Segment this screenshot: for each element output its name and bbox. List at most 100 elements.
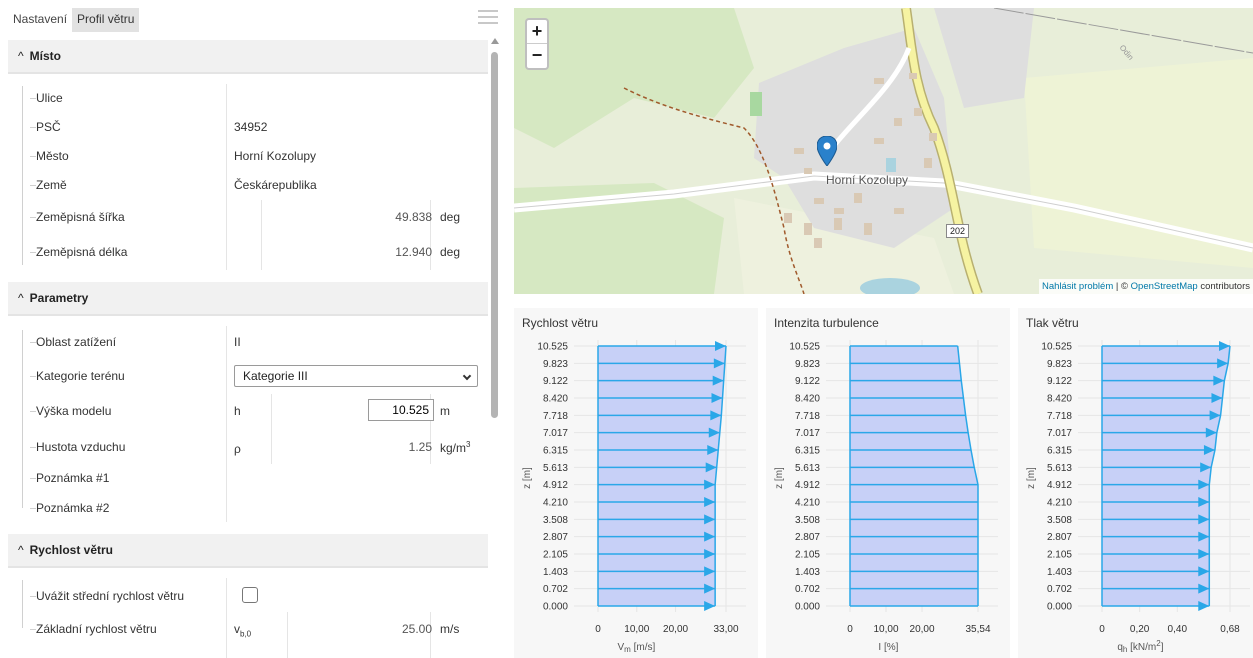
panel-scrollbar[interactable] <box>490 38 500 658</box>
row-ulice: Ulice <box>8 83 488 113</box>
row-hustota-vzduchu: Hustota vzduchu ρ 1.25 kg/m3 <box>8 432 488 462</box>
longitude-value[interactable]: 12.940 <box>395 245 432 259</box>
row-psc: PSČ 34952 <box>8 112 488 142</box>
tab-nastaveni[interactable]: Nastavení <box>8 8 72 32</box>
poznamka1-label: Poznámka #1 <box>36 471 110 485</box>
psc-value[interactable]: 34952 <box>234 120 267 134</box>
report-problem-link[interactable]: Nahlásit problém <box>1042 281 1113 292</box>
x-tick-label: 0,40 <box>1168 624 1188 635</box>
vyska-unit: m <box>440 404 450 418</box>
row-zeme: Země Českárepublika <box>8 170 488 200</box>
row-vyska-modelu: Výška modelu h m <box>8 396 488 426</box>
map-view[interactable]: + − Horní Kozolupy 202 Odin Nahlásit pro… <box>514 8 1253 294</box>
town-label: Horní Kozolupy <box>826 173 909 187</box>
mesto-label: Město <box>36 149 69 163</box>
row-poznamka-2: Poznámka #2 <box>8 493 488 523</box>
y-tick-label: 3.508 <box>795 515 820 526</box>
zakladni-value[interactable]: 25.00 <box>402 622 432 636</box>
x-tick-label: 0,68 <box>1220 624 1240 635</box>
osm-link[interactable]: OpenStreetMap <box>1131 281 1198 292</box>
y-tick-label: 9.823 <box>1047 359 1072 370</box>
y-tick-label: 0.000 <box>1047 602 1072 613</box>
y-tick-label: 1.403 <box>543 567 568 578</box>
row-kategorie-terenu: Kategorie terénu Kategorie III <box>8 361 488 391</box>
y-tick-label: 4.210 <box>543 498 568 509</box>
chevron-down-icon <box>462 371 472 381</box>
y-tick-label: 0.702 <box>1047 584 1072 595</box>
y-tick-label: 5.613 <box>1047 463 1072 474</box>
chart-svg-1: 0.000 0.702 1.403 2.105 2.807 3.508 4.210 4.912… <box>774 340 998 653</box>
chart-svg-0: 0.000 0.702 1.403 2.105 2.807 3.508 4.210 4.912… <box>522 340 746 654</box>
y-tick-label: 2.807 <box>795 532 820 543</box>
x-tick-label: 20,00 <box>663 624 688 635</box>
kategorie-select[interactable]: Kategorie III <box>234 365 478 387</box>
y-axis-label: z [m] <box>1026 467 1037 489</box>
chevron-up-icon: ^ <box>18 49 24 63</box>
y-tick-label: 3.508 <box>1047 515 1072 526</box>
row-mesto: Město Horní Kozolupy <box>8 141 488 171</box>
y-tick-label: 2.807 <box>1047 532 1072 543</box>
chart-tlak-vetru: Tlak větru 0.000 0.702 1.403 2.105 2.807 3.50… <box>1018 308 1253 658</box>
section-header-misto[interactable]: ^ Místo <box>8 40 488 74</box>
location-pin-icon[interactable] <box>817 136 837 166</box>
x-tick-label: 0 <box>1099 624 1105 635</box>
y-tick-label: 4.210 <box>795 498 820 509</box>
y-tick-label: 7.718 <box>795 411 820 422</box>
y-axis-label: z [m] <box>522 467 533 489</box>
zakladni-symbol: vb,0 <box>234 622 252 639</box>
oblast-label: Oblast zatížení <box>36 335 117 349</box>
kategorie-selected: Kategorie III <box>243 369 308 383</box>
hustota-value[interactable]: 1.25 <box>409 440 432 454</box>
zoom-out-button[interactable]: − <box>527 44 547 68</box>
y-tick-label: 9.122 <box>795 376 820 387</box>
zeme-value[interactable]: Českárepublika <box>234 178 317 192</box>
mesto-value[interactable]: Horní Kozolupy <box>234 149 316 163</box>
scroll-up-arrow-icon[interactable] <box>491 38 499 44</box>
x-tick-label: 35,54 <box>965 624 990 635</box>
row-zakladni-rychlost: Základní rychlost větru vb,0 25.00 m/s <box>8 614 488 644</box>
latitude-value[interactable]: 49.838 <box>395 210 432 224</box>
zoom-in-button[interactable]: + <box>527 20 547 44</box>
oblast-value: II <box>234 335 241 349</box>
row-zemepisna-sirka: Zeměpisná šířka 49.838 deg <box>8 202 488 232</box>
y-tick-label: 8.420 <box>543 394 568 405</box>
y-tick-label: 0.000 <box>795 602 820 613</box>
y-tick-label: 4.210 <box>1047 498 1072 509</box>
y-tick-label: 1.403 <box>1047 567 1072 578</box>
row-zemepisna-delka: Zeměpisná délka 12.940 deg <box>8 237 488 267</box>
vyska-label: Výška modelu <box>36 404 112 418</box>
y-tick-label: 9.122 <box>1047 376 1072 387</box>
y-tick-label: 1.403 <box>795 567 820 578</box>
y-tick-label: 7.017 <box>543 428 568 439</box>
hamburger-menu-icon[interactable] <box>478 10 498 24</box>
tab-bar: Nastavení Profil větru <box>8 8 140 32</box>
hustota-symbol: ρ <box>234 442 241 456</box>
scroll-thumb[interactable] <box>491 52 498 418</box>
x-tick-label: 20,00 <box>910 624 935 635</box>
x-axis-label: qh [kN/m2] <box>1117 639 1163 654</box>
y-tick-label: 6.315 <box>1047 446 1072 457</box>
x-tick-label: 10,00 <box>624 624 649 635</box>
chart-svg-2: 0.000 0.702 1.403 2.105 2.807 3.508 4.210 4.912… <box>1026 340 1250 654</box>
latitude-unit: deg <box>440 210 461 224</box>
profile-area <box>598 346 726 606</box>
y-tick-label: 2.105 <box>1047 550 1072 561</box>
section-header-parametry[interactable]: ^ Parametry <box>8 282 488 316</box>
settings-panel: Nastavení Profil větru ^ Místo Ulice PSČ… <box>0 0 502 658</box>
y-tick-label: 0.000 <box>543 602 568 613</box>
section-header-rychlost[interactable]: ^ Rychlost větru <box>8 534 488 568</box>
y-tick-label: 10.525 <box>1041 342 1072 353</box>
tab-profil-vetru[interactable]: Profil větru <box>72 8 140 32</box>
y-tick-label: 4.912 <box>795 480 820 491</box>
y-tick-label: 9.823 <box>795 359 820 370</box>
latitude-label: Zeměpisná šířka <box>36 210 125 224</box>
chart-rychlost-vetru: Rychlost větru 0.000 0.702 1.403 2.105 2.807… <box>514 308 758 658</box>
chevron-up-icon: ^ <box>18 291 24 305</box>
hustota-label: Hustota vzduchu <box>36 440 126 454</box>
vyska-input[interactable] <box>368 399 434 421</box>
stredni-checkbox[interactable] <box>242 587 258 603</box>
zeme-label: Země <box>36 178 67 192</box>
kategorie-label: Kategorie terénu <box>36 369 125 383</box>
y-tick-label: 0.702 <box>795 584 820 595</box>
map-attribution: Nahlásit problém | © OpenStreetMap contr… <box>1038 279 1253 294</box>
